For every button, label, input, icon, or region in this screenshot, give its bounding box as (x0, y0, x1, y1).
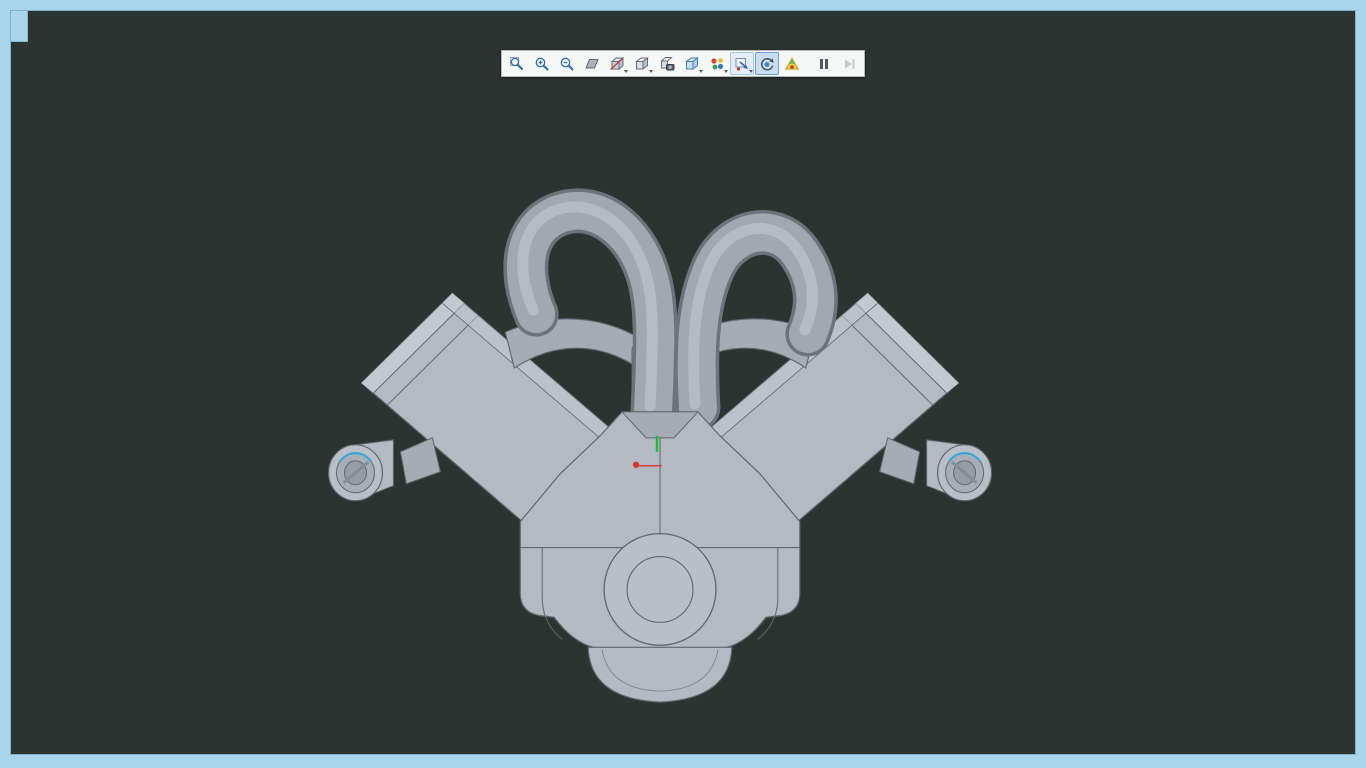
display-style-icon (684, 56, 700, 72)
section-view-icon (609, 56, 625, 72)
zoom-in-button[interactable] (530, 52, 554, 75)
right-side-mount[interactable] (879, 437, 993, 502)
left-side-mount[interactable] (327, 437, 441, 502)
edit-appearance-button[interactable] (705, 52, 729, 75)
rotation-center-dot (632, 461, 640, 468)
view-face-button[interactable] (580, 52, 604, 75)
capture-3d-view-button[interactable] (655, 52, 679, 75)
play-icon (841, 56, 857, 72)
analysis-button[interactable] (780, 52, 804, 75)
edit-appearance-icon (709, 56, 725, 72)
view-settings-button[interactable] (730, 52, 754, 75)
window-corner-tab (11, 11, 28, 42)
section-view-button[interactable] (605, 52, 629, 75)
view-orientation-button[interactable] (630, 52, 654, 75)
zoom-out-button[interactable] (555, 52, 579, 75)
capture-3d-view-icon (659, 56, 675, 72)
model-canvas[interactable] (11, 11, 1355, 754)
analysis-icon (784, 56, 800, 72)
oil-pan-bell (587, 646, 733, 703)
view-orientation-icon (634, 56, 650, 72)
play-button (837, 52, 861, 75)
heads-up-toolbar (501, 50, 865, 77)
rotate-icon (759, 56, 775, 72)
app-window (0, 0, 1366, 768)
engine-assembly[interactable] (327, 188, 993, 703)
pause-button[interactable] (812, 52, 836, 75)
crankcase[interactable] (519, 532, 801, 703)
view-face-icon (584, 56, 600, 72)
display-style-button[interactable] (680, 52, 704, 75)
crankshaft-bore[interactable] (603, 532, 717, 646)
zoom-to-fit-button[interactable] (505, 52, 529, 75)
graphics-viewport[interactable] (10, 10, 1356, 755)
zoom-to-fit-icon (509, 56, 525, 72)
zoom-in-icon (534, 56, 550, 72)
rotate-button[interactable] (755, 52, 779, 75)
view-settings-icon (734, 56, 750, 72)
pause-icon (816, 56, 832, 72)
zoom-out-icon (559, 56, 575, 72)
